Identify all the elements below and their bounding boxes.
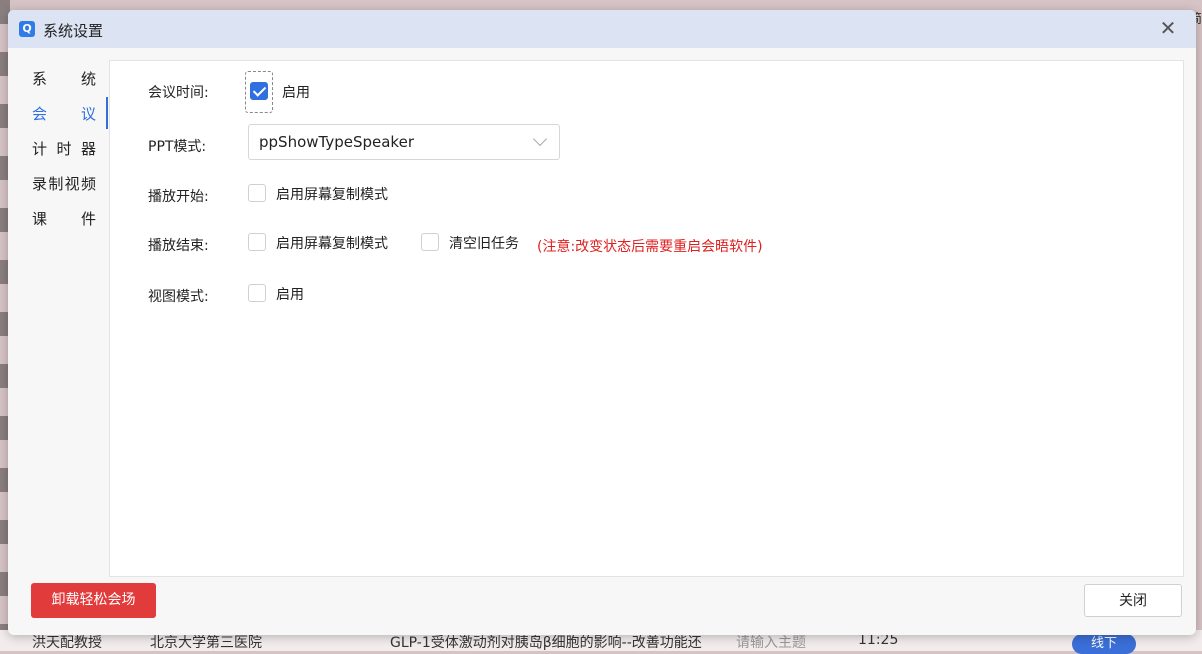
background-topic-placeholder: 请输入主题 — [736, 635, 806, 651]
background-cell-name: 洪天配教授 — [32, 635, 102, 651]
close-button[interactable]: 关闭 — [1084, 584, 1182, 617]
chevron-down-icon — [532, 131, 548, 147]
play-end-screen-copy-label: 启用屏幕复制模式 — [276, 236, 388, 252]
background-cell-hospital: 北京大学第三医院 — [150, 635, 262, 651]
sidebar-item-courseware[interactable]: 课件 — [8, 202, 96, 237]
play-start-screen-copy-checkbox[interactable] — [248, 184, 266, 202]
view-mode-option-label: 启用 — [276, 287, 304, 303]
view-mode-checkbox[interactable] — [248, 284, 266, 302]
system-settings-dialog: Q 系统设置 ✕ 系统 会议 计时器 录制视频 课件 会议时间: 启用 PPT模… — [8, 10, 1196, 635]
app-logo-icon: Q — [19, 21, 35, 37]
sidebar-item-timer[interactable]: 计时器 — [8, 132, 96, 167]
background-offline-badge: 线下 — [1072, 634, 1136, 654]
sidebar-item-recording[interactable]: 录制视频 — [8, 167, 96, 202]
play-start-screen-copy-label: 启用屏幕复制模式 — [276, 187, 388, 203]
meeting-time-label: 会议时间: — [148, 85, 209, 101]
play-end-label: 播放结束: — [148, 238, 209, 254]
uninstall-button[interactable]: 卸载轻松会场 — [31, 583, 156, 618]
play-start-label: 播放开始: — [148, 189, 209, 205]
background-cell-topic: GLP-1受体激动剂对胰岛β细胞的影响--改善功能还 — [390, 635, 702, 651]
meeting-settings-panel: 会议时间: 启用 PPT模式: ppShowTypeSpeaker 播放开始: … — [109, 60, 1184, 577]
sidebar-item-meeting[interactable]: 会议 — [8, 97, 96, 132]
settings-sidebar: 系统 会议 计时器 录制视频 课件 — [8, 62, 108, 237]
restart-warning-note: (注意:改变状态后需要重启会晤软件) — [537, 239, 763, 255]
title-bar: Q 系统设置 ✕ — [8, 10, 1196, 48]
close-icon[interactable]: ✕ — [1156, 16, 1180, 40]
active-sidebar-indicator — [106, 97, 108, 129]
dialog-title: 系统设置 — [43, 22, 104, 40]
ppt-mode-select[interactable]: ppShowTypeSpeaker — [248, 124, 560, 160]
play-end-screen-copy-checkbox[interactable] — [248, 233, 266, 251]
meeting-time-checkbox[interactable] — [250, 82, 268, 100]
clear-old-tasks-checkbox[interactable] — [421, 233, 439, 251]
ppt-mode-label: PPT模式: — [148, 139, 207, 155]
meeting-time-option-label: 启用 — [282, 85, 310, 101]
ppt-mode-value: ppShowTypeSpeaker — [259, 133, 414, 151]
sidebar-item-system[interactable]: 系统 — [8, 62, 96, 97]
clear-old-tasks-label: 清空旧任务 — [449, 236, 519, 252]
view-mode-label: 视图模式: — [148, 289, 209, 305]
